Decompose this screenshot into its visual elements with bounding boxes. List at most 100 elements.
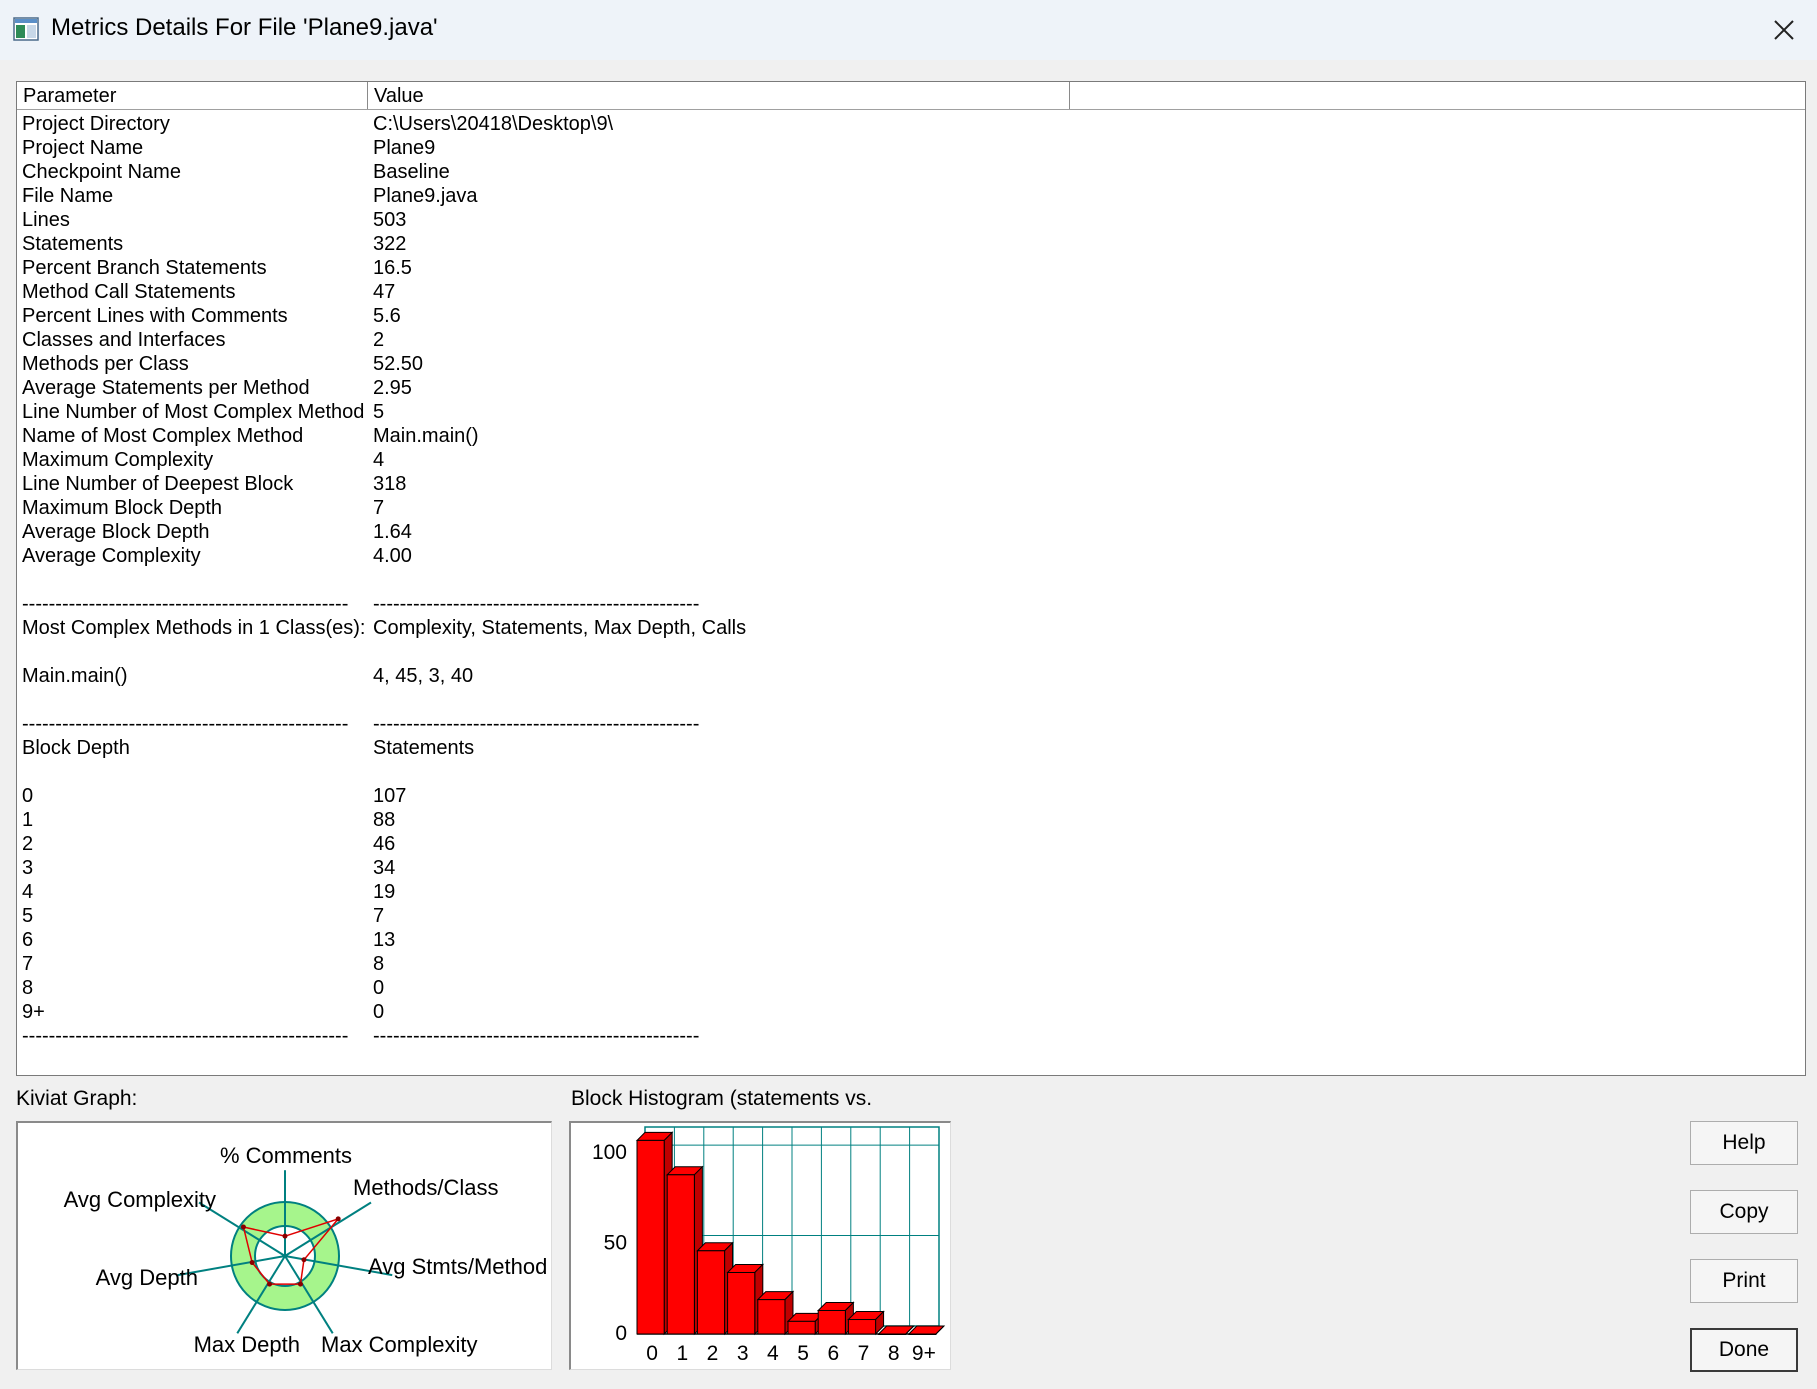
table-row[interactable]: Project Directory C:\Users\20418\Desktop\… [17,112,1805,136]
table-row[interactable]: 1 88 [17,808,1805,832]
table-row[interactable] [17,760,1805,784]
value-cell: 52.50 [373,353,424,375]
table-row[interactable]: 9+ 0 [17,1000,1805,1024]
value-cell: 2.95 [373,377,412,399]
block-histogram-chart: 1005000 1 2 3 4 5 6 7 8 9+ [592,1126,946,1365]
parameter-cell: 3 [22,857,34,879]
column-header-value[interactable]: Value [368,82,1070,109]
table-row[interactable]: Classes and Interfaces 2 [17,328,1805,352]
parameter-cell: 1 [22,809,34,831]
table-row[interactable]: File Name Plane9.java [17,184,1805,208]
parameter-cell: Block Depth [22,737,130,759]
parameter-cell: Method Call Statements [22,281,236,303]
table-row[interactable]: Percent Lines with Comments 5.6 [17,304,1805,328]
value-cell: Plane9.java [373,185,478,207]
column-header-parameter[interactable]: Parameter [17,82,368,109]
bar [727,1271,756,1335]
parameter-cell: Percent Branch Statements [22,257,267,279]
value-cell: 47 [373,281,396,303]
parameter-cell: Average Block Depth [22,521,210,543]
table-row[interactable]: Main.main() 4, 45, 3, 40 [17,664,1805,688]
x-tick-label: 9+ [912,1342,936,1365]
table-row[interactable]: ----------------------------------------… [17,712,1805,736]
table-row[interactable]: Average Complexity 4.00 [17,544,1805,568]
parameter-cell: 9+ [22,1001,45,1023]
table-row[interactable]: ----------------------------------------… [17,1024,1805,1048]
table-row[interactable] [17,640,1805,664]
block-histogram-panel: 100 50 0 0 1 2 3 4 5 6 7 8 9+ [569,1121,951,1370]
table-row[interactable]: 57 [17,904,1805,928]
value-cell: 107 [373,785,407,807]
table-row[interactable]: 6 13 [17,928,1805,952]
parameter-cell: File Name [22,185,114,207]
value-cell: ----------------------------------------… [373,1025,700,1047]
title-bar: Metrics Details For File 'Plane9.java' [0,0,1817,60]
table-row[interactable]: Block Depth Statements [17,736,1805,760]
value-cell: 46 [373,833,396,855]
parameter-cell: Average Statements per Method [22,377,310,399]
parameter-cell: Statements [22,233,124,255]
table-row[interactable]: Name of Most Complex Method Main.main() [17,424,1805,448]
table-row[interactable]: 0 107 [17,784,1805,808]
table-row[interactable]: Methods per Class 52.50 [17,352,1805,376]
kiviat-data-point [267,1281,273,1287]
value-cell: 7 [373,497,385,519]
table-row[interactable]: Checkpoint Name Baseline [17,160,1805,184]
parameter-cell: 6 [22,929,34,951]
value-cell: 5.6 [373,305,401,327]
parameter-cell: Project Name [22,137,144,159]
value-cell: 13 [373,929,396,951]
value-cell: 1.64 [373,521,412,543]
x-tick-label: 4 [767,1342,779,1365]
table-row[interactable]: Lines 503 [17,208,1805,232]
table-row[interactable]: Maximum Complexity 4 [17,448,1805,472]
kiviat-axis-label: % Comments [220,1143,352,1168]
value-cell: 34 [373,857,396,879]
table-row[interactable]: 80 [17,976,1805,1000]
kiviat-axis-label: Avg Depth [96,1265,198,1290]
table-row[interactable]: Line Number of Deepest Block 318 [17,472,1805,496]
parameter-cell: Classes and Interfaces [22,329,226,351]
copy-button[interactable]: Copy [1690,1190,1798,1234]
table-row[interactable]: Line Number of Most Complex Method 5 [17,400,1805,424]
table-row[interactable]: Average Statements per Method 2.95 [17,376,1805,400]
parameter-cell: Line Number of Deepest Block [22,473,294,495]
table-row[interactable] [17,688,1805,712]
table-row[interactable]: Method Call Statements 47 [17,280,1805,304]
table-row[interactable]: 78 [17,952,1805,976]
done-button[interactable]: Done [1690,1328,1798,1372]
table-row[interactable]: 4 19 [17,880,1805,904]
table-row[interactable]: 3 34 [17,856,1805,880]
table-row[interactable]: 2 46 [17,832,1805,856]
value-cell: 16.5 [373,257,412,279]
column-header-empty[interactable] [1070,82,1805,109]
table-row[interactable]: Project Name Plane9 [17,136,1805,160]
value-cell: Plane9 [373,137,436,159]
kiviat-data-point [301,1257,307,1263]
parameter-cell: 4 [22,881,34,903]
parameter-cell: Methods per Class [22,353,189,375]
table-row[interactable]: Statements 322 [17,232,1805,256]
metrics-table[interactable]: Parameter Value Project Directory C:\User… [16,81,1806,1076]
parameter-cell: Name of Most Complex Method [22,425,304,447]
parameter-cell: Project Directory [22,113,170,135]
value-cell: 19 [373,881,396,903]
table-row[interactable]: Percent Branch Statements 16.5 [17,256,1805,280]
parameter-cell: 5 [22,905,34,927]
app-window-icon [13,17,39,41]
value-cell: 8 [373,953,385,975]
help-button[interactable]: Help [1690,1121,1798,1165]
table-row[interactable]: Most Complex Methods in 1 Class(es): Comp… [17,616,1805,640]
parameter-cell: Lines [22,209,70,231]
table-row[interactable]: Maximum Block Depth 7 [17,496,1805,520]
table-row[interactable]: Average Block Depth 1.64 [17,520,1805,544]
close-button[interactable] [1751,0,1817,60]
kiviat-axis-label: Methods/Class [353,1175,499,1200]
value-cell: 88 [373,809,396,831]
table-row[interactable] [17,568,1805,592]
table-row[interactable]: ----------------------------------------… [17,592,1805,616]
parameter-cell: 8 [22,977,34,999]
print-button[interactable]: Print [1690,1259,1798,1303]
x-tick-label: 0 [646,1342,658,1365]
value-cell: Baseline [373,161,450,183]
